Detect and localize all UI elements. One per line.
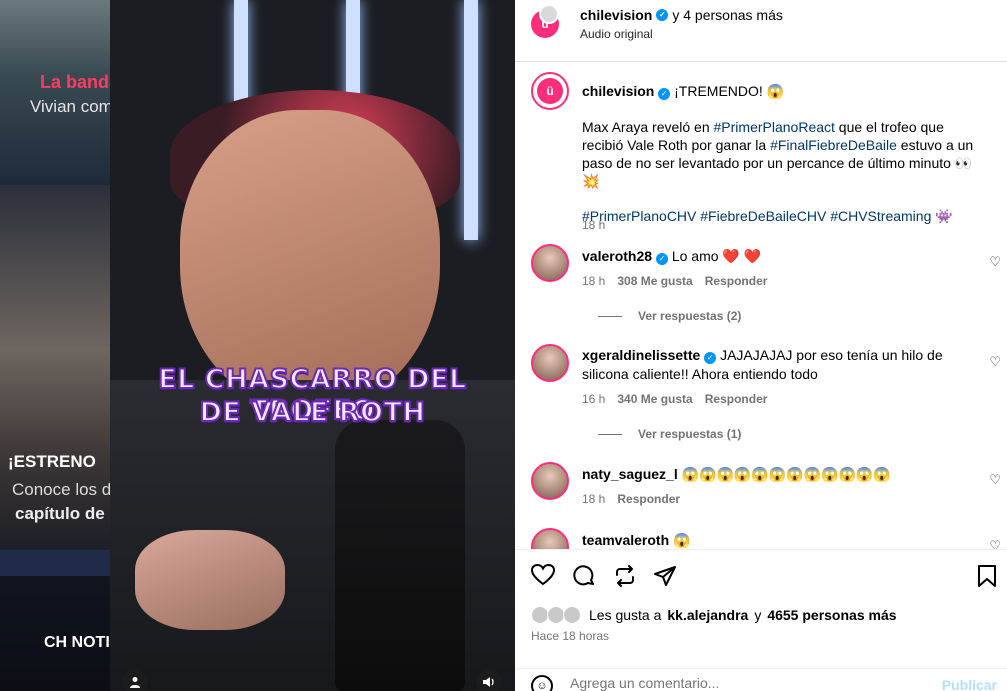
hashtag-link[interactable]: #FinalFiebreDeBaile xyxy=(770,137,897,153)
repost-icon[interactable] xyxy=(613,564,637,594)
comment-input[interactable] xyxy=(570,675,870,691)
caption-time[interactable]: 18 h xyxy=(582,218,605,232)
comment-meta: 18 h 308 Me gusta Responder xyxy=(582,274,767,288)
person-hand xyxy=(135,530,285,630)
username-link[interactable]: naty_saguez_l xyxy=(582,466,678,482)
background-feed: La banda Vivian com ¡ESTRENO Conoce los … xyxy=(0,0,110,691)
header-usernames: chilevision ✓ y 4 personas más xyxy=(580,7,783,23)
collaborators-link[interactable]: y 4 personas más xyxy=(672,7,783,23)
comment-body: Lo amo ❤️ ❤️ xyxy=(671,248,762,264)
comment-likes[interactable]: 308 Me gusta xyxy=(617,274,692,288)
comment-body: 😱 xyxy=(673,532,691,548)
comment-time[interactable]: 18 h xyxy=(582,274,605,288)
background-strip xyxy=(0,550,110,576)
comment-time[interactable]: 16 h xyxy=(582,392,605,406)
likes-count[interactable]: 4655 personas más xyxy=(767,607,896,623)
reply-button[interactable]: Responder xyxy=(705,392,768,406)
comment-meta: 16 h 340 Me gusta Responder xyxy=(582,392,767,406)
comment-text: naty_saguez_l 😱😱😱😱😱😱😱😱😱😱😱😱 xyxy=(582,465,962,484)
speaker-icon[interactable] xyxy=(476,669,502,691)
avatar xyxy=(563,606,581,624)
comment-text: teamvaleroth 😱 xyxy=(582,531,962,549)
hashtag-links[interactable]: #PrimerPlanoCHV #FiebreDeBaileCHV #CHVSt… xyxy=(582,208,931,224)
reply-button[interactable]: Responder xyxy=(617,492,680,506)
view-replies-button[interactable]: Ver respuestas (2) xyxy=(598,309,741,323)
avatar[interactable] xyxy=(539,4,559,24)
username-link[interactable]: chilevision xyxy=(582,83,654,99)
verified-icon: ✓ xyxy=(655,253,668,265)
emoji-icon[interactable]: ☺ xyxy=(531,675,553,691)
comment-text: valeroth28 ✓ Lo amo ❤️ ❤️ xyxy=(582,247,962,266)
comment-meta: 18 h Responder xyxy=(582,492,680,506)
comment-body: 😱😱😱😱😱😱😱😱😱😱😱😱 xyxy=(681,466,891,482)
video-player[interactable]: EL CHASCARRO DEL TROFEO DE VALE ROTH xyxy=(110,0,515,691)
heart-icon[interactable]: ♡ xyxy=(989,254,1001,270)
avatar[interactable] xyxy=(531,244,569,282)
verified-icon: ✓ xyxy=(658,88,671,100)
instagram-post-viewer: La banda Vivian com ¡ESTRENO Conoce los … xyxy=(0,0,1007,691)
reply-button[interactable]: Responder xyxy=(705,274,768,288)
brand-logo-icon: ü xyxy=(537,78,563,104)
divider xyxy=(598,433,622,435)
like-icon[interactable] xyxy=(530,563,556,592)
avatar[interactable] xyxy=(531,344,569,382)
publish-button[interactable]: Publicar xyxy=(942,677,997,691)
heart-icon[interactable]: ♡ xyxy=(989,472,1001,488)
video-caption: DE VALE ROTH xyxy=(198,396,426,429)
hashtag-link[interactable]: #PrimerPlanoReact xyxy=(714,119,835,135)
studio-light xyxy=(464,0,478,240)
post-header: ü chilevision ✓ y 4 personas más Audio o… xyxy=(515,0,1007,62)
background-subtitle: Vivian com xyxy=(30,97,110,116)
background-brand: CH NOTIC xyxy=(44,634,110,651)
background-title: ¡ESTRENO xyxy=(8,452,96,471)
username-link[interactable]: chilevision xyxy=(580,7,652,23)
likes-summary[interactable]: Les gusta a kk.alejandra y 4655 personas… xyxy=(531,606,897,624)
username-link[interactable]: xgeraldinelissette xyxy=(582,347,700,363)
caption-text: chilevision ✓ ¡TREMENDO! 😱 Max Araya rev… xyxy=(582,82,982,225)
comment-text: xgeraldinelissette ✓ JAJAJAJAJ por eso t… xyxy=(582,346,962,384)
caption-headline: ¡TREMENDO! 😱 xyxy=(674,83,785,99)
verified-icon: ✓ xyxy=(704,352,717,364)
heart-icon[interactable]: ♡ xyxy=(989,354,1001,370)
divider xyxy=(598,315,622,317)
caption-body: Max Araya reveló en xyxy=(582,119,714,135)
likes-mid: y xyxy=(754,607,762,623)
verified-icon: ✓ xyxy=(656,9,669,21)
liker-username[interactable]: kk.alejandra xyxy=(667,607,748,623)
username-link[interactable]: teamvaleroth xyxy=(582,532,669,548)
view-replies-label: Ver respuestas (1) xyxy=(638,427,742,441)
comment-likes[interactable]: 340 Me gusta xyxy=(617,392,692,406)
tagged-user-icon[interactable] xyxy=(122,669,148,691)
studio-light xyxy=(234,0,248,108)
likes-prefix: Les gusta a xyxy=(589,607,662,623)
post-actions: Les gusta a kk.alejandra y 4655 personas… xyxy=(515,549,1007,691)
view-replies-label: Ver respuestas (2) xyxy=(638,309,742,323)
caption-meta: 18 h xyxy=(582,218,605,232)
avatar[interactable] xyxy=(531,528,569,549)
view-replies-button[interactable]: Ver respuestas (1) xyxy=(598,427,741,441)
background-subtitle: Conoce los d xyxy=(12,480,110,499)
microphone xyxy=(335,420,465,691)
share-icon[interactable] xyxy=(653,564,677,594)
avatar[interactable]: ü xyxy=(531,72,569,110)
post-date[interactable]: Hace 18 horas xyxy=(531,629,609,643)
bookmark-icon[interactable] xyxy=(977,564,997,594)
comment-icon[interactable] xyxy=(572,564,596,594)
audio-link[interactable]: Audio original xyxy=(580,27,653,41)
avatar[interactable] xyxy=(531,462,569,500)
comments-scroll[interactable]: ü chilevision ✓ ¡TREMENDO! 😱 Max Araya r… xyxy=(515,62,1007,549)
username-link[interactable]: valeroth28 xyxy=(582,248,652,264)
background-title: La banda xyxy=(40,72,110,92)
alien-emoji: 👾 xyxy=(935,208,953,224)
post-panel: ü chilevision ✓ y 4 personas más Audio o… xyxy=(515,0,1007,691)
heart-icon[interactable]: ♡ xyxy=(989,538,1001,549)
background-subtitle: capítulo de l xyxy=(15,504,110,523)
comment-time[interactable]: 18 h xyxy=(582,492,605,506)
comment-bar: ☺ Publicar xyxy=(515,668,1007,691)
